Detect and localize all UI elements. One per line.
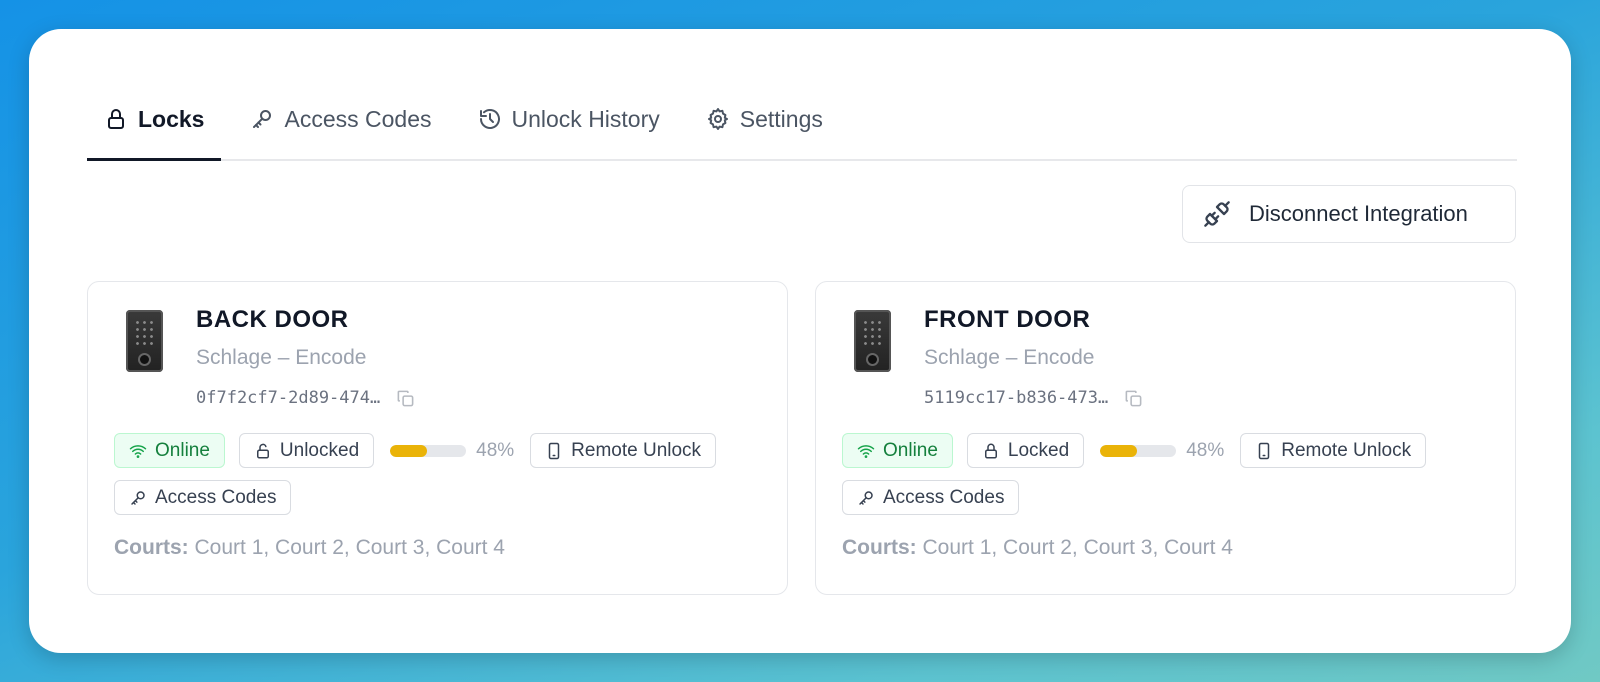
remote-unlock-button[interactable]: Remote Unlock — [530, 433, 717, 468]
wifi-icon — [129, 444, 147, 458]
battery-fill — [390, 444, 427, 457]
status-row: Online Unlocked 48% Remote Unlock — [114, 433, 717, 468]
battery-bar — [1100, 444, 1177, 457]
unlock-icon — [256, 443, 269, 458]
lock-state-badge: Locked — [966, 433, 1085, 468]
phone-icon — [548, 442, 560, 459]
tab-access-codes[interactable]: Access Codes — [233, 79, 448, 159]
online-badge: Online — [842, 433, 953, 468]
disconnect-integration-button[interactable]: Disconnect Integration — [1182, 185, 1516, 243]
remote-unlock-label: Remote Unlock — [1281, 439, 1412, 461]
locks-panel: Locks Access Codes Unlock History Settin… — [29, 29, 1571, 653]
device-id: 5119cc17-b836-473… — [924, 388, 1143, 408]
access-codes-button[interactable]: Access Codes — [842, 480, 1020, 515]
lock-card-front-door: FRONT DOOR Schlage – Encode 5119cc17-b83… — [815, 281, 1516, 595]
tab-locks[interactable]: Locks — [87, 79, 222, 161]
lock-device-image — [126, 310, 163, 372]
tab-label: Settings — [739, 105, 823, 132]
tab-bar: Locks Access Codes Unlock History Settin… — [87, 79, 1517, 161]
key-icon — [253, 110, 272, 128]
actions-row: Access Codes — [114, 480, 292, 515]
tab-label: Unlock History — [511, 105, 660, 132]
tab-unlock-history[interactable]: Unlock History — [461, 79, 677, 159]
online-badge: Online — [114, 433, 225, 468]
lock-icon — [984, 443, 997, 458]
lock-model: Schlage – Encode — [924, 346, 1095, 369]
access-codes-label: Access Codes — [883, 486, 1005, 508]
lock-state-label: Unlocked — [279, 439, 360, 461]
device-id-text: 5119cc17-b836-473… — [924, 388, 1109, 408]
lock-icon — [108, 109, 124, 129]
gear-icon — [707, 108, 728, 130]
lock-state-label: Locked — [1007, 439, 1070, 461]
device-id-text: 0f7f2cf7-2d89-474… — [196, 388, 381, 408]
battery-indicator: 48% — [1100, 440, 1224, 462]
courts-label: Courts: — [114, 536, 189, 559]
remote-unlock-button[interactable]: Remote Unlock — [1240, 433, 1427, 468]
courts-value: Court 1, Court 2, Court 3, Court 4 — [922, 536, 1233, 559]
battery-indicator: 48% — [390, 440, 514, 462]
lock-model: Schlage – Encode — [196, 346, 367, 369]
status-row: Online Locked 48% Remote Unlock — [842, 433, 1427, 468]
disconnect-label: Disconnect Integration — [1249, 201, 1468, 226]
courts-info: Courts: Court 1, Court 2, Court 3, Court… — [114, 536, 505, 560]
battery-bar — [390, 444, 467, 457]
lock-state-badge: Unlocked — [238, 433, 375, 468]
tab-label: Locks — [138, 105, 205, 132]
online-label: Online — [155, 439, 210, 461]
phone-icon — [1258, 442, 1270, 459]
tab-settings[interactable]: Settings — [689, 79, 840, 159]
lock-device-image — [854, 310, 891, 372]
tab-label: Access Codes — [284, 105, 432, 132]
device-id: 0f7f2cf7-2d89-474… — [196, 388, 415, 408]
online-label: Online — [883, 439, 938, 461]
actions-row: Access Codes — [842, 480, 1020, 515]
key-icon — [131, 490, 145, 505]
battery-percent: 48% — [1186, 439, 1225, 461]
courts-value: Court 1, Court 2, Court 3, Court 4 — [194, 536, 505, 559]
courts-label: Courts: — [842, 536, 917, 559]
battery-fill — [1100, 444, 1137, 457]
courts-info: Courts: Court 1, Court 2, Court 3, Court… — [842, 536, 1233, 560]
access-codes-label: Access Codes — [155, 486, 277, 508]
lock-name: FRONT DOOR — [924, 306, 1091, 333]
access-codes-button[interactable]: Access Codes — [114, 480, 292, 515]
key-icon — [859, 490, 873, 505]
lock-card-back-door: BACK DOOR Schlage – Encode 0f7f2cf7-2d89… — [87, 281, 788, 595]
wifi-icon — [857, 444, 875, 458]
copy-icon[interactable] — [1124, 389, 1143, 408]
battery-percent: 48% — [476, 439, 515, 461]
remote-unlock-label: Remote Unlock — [571, 439, 702, 461]
history-icon — [479, 109, 500, 129]
lock-name: BACK DOOR — [196, 306, 349, 333]
unplug-icon — [1204, 201, 1230, 227]
copy-icon[interactable] — [396, 389, 415, 408]
